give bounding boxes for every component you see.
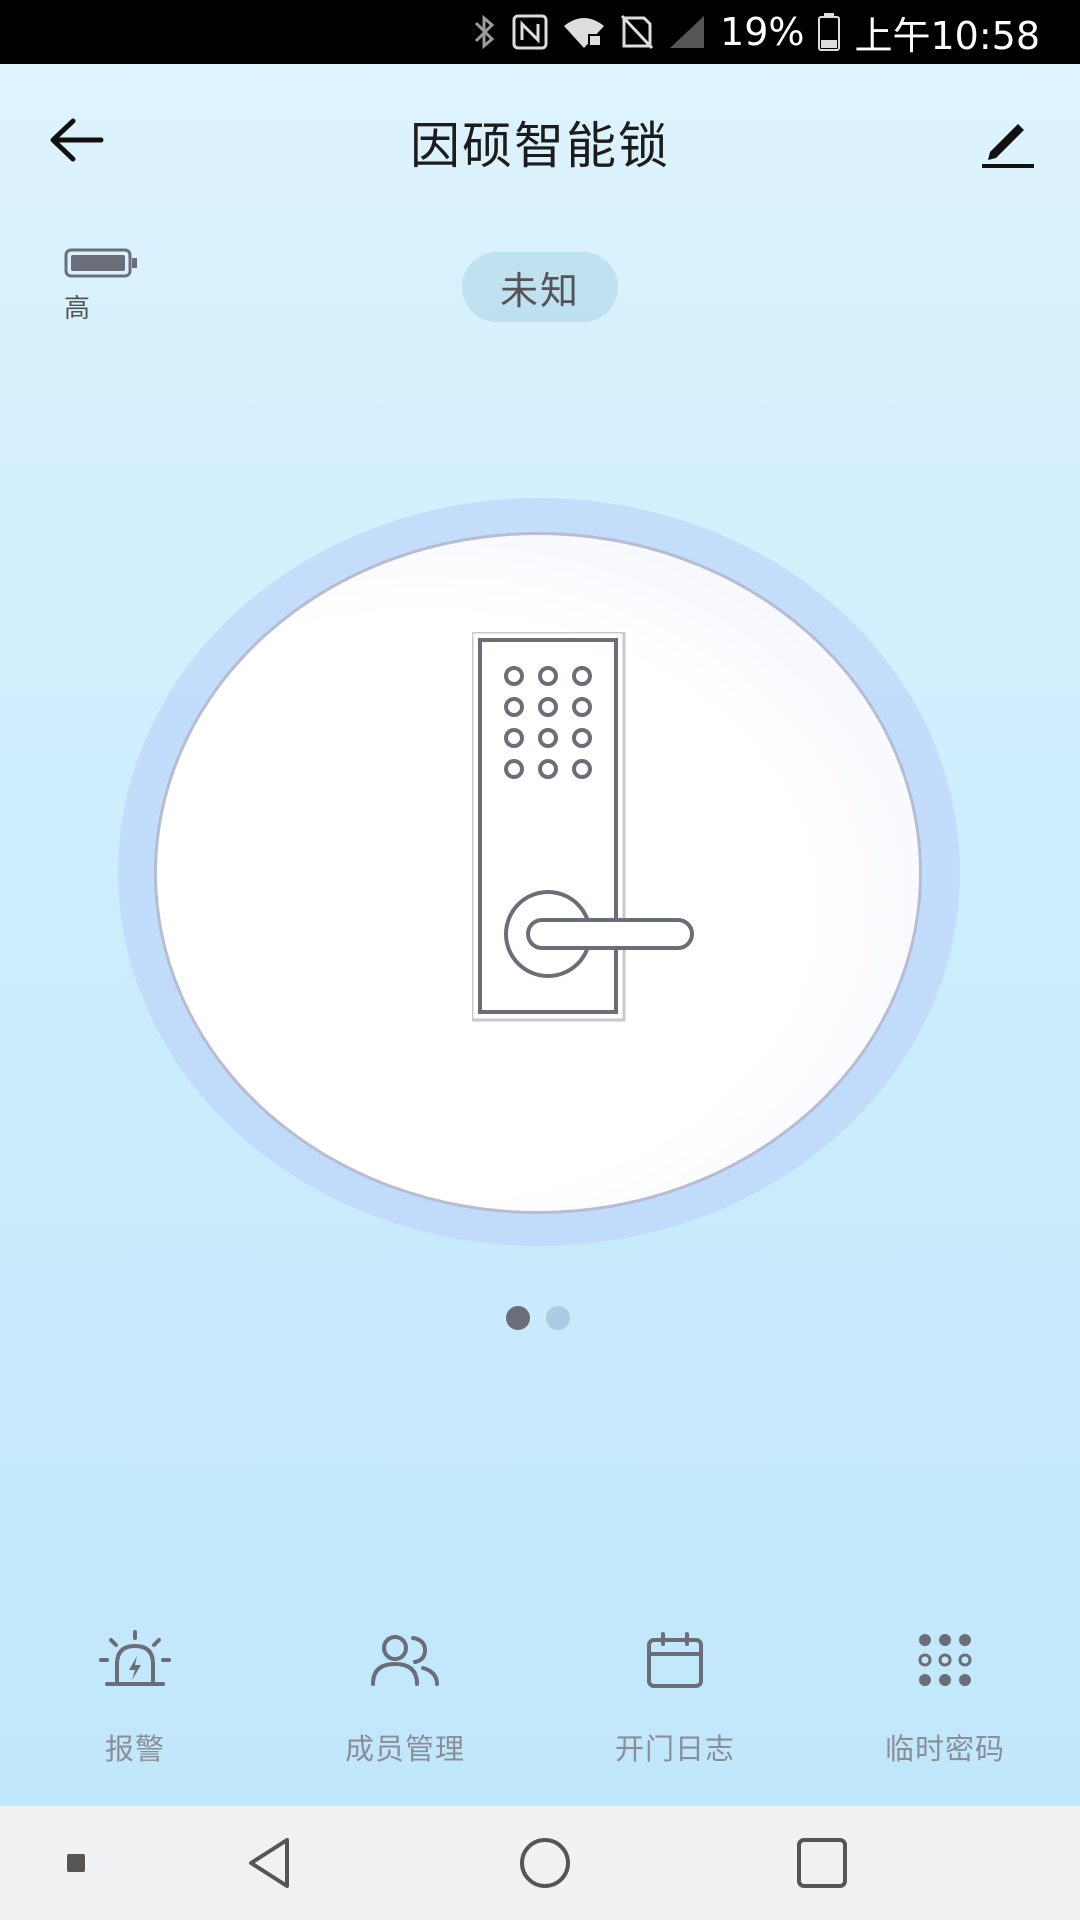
small-square-icon (67, 1854, 85, 1872)
pencil-icon (982, 124, 1034, 168)
members-label: 成员管理 (344, 1732, 465, 1766)
keypad-icon (918, 1634, 972, 1686)
temp-password-action[interactable]: 临时密码 (810, 1620, 1080, 1770)
unlock-log-label: 开门日志 (614, 1732, 735, 1766)
alarm-siren-icon (99, 1630, 171, 1686)
app-header: 因硕智能锁 (0, 64, 1080, 214)
system-nav-bar (0, 1806, 1080, 1920)
wifi-locked-icon (562, 14, 606, 50)
door-lock-icon (472, 632, 694, 1022)
nav-back-button[interactable] (230, 1806, 310, 1920)
alarm-label: 报警 (104, 1732, 165, 1766)
action-bar: 报警 成员管理 开门日志 临时密码 (0, 1620, 1080, 1770)
page-dot-active[interactable] (506, 1306, 530, 1330)
page-title: 因硕智能锁 (410, 117, 670, 175)
page-dot[interactable] (546, 1306, 570, 1330)
square-recents-icon (797, 1838, 847, 1888)
battery-full-icon (64, 248, 137, 278)
edit-button[interactable] (978, 112, 1038, 172)
no-sim-icon (620, 14, 654, 50)
lock-dial[interactable] (118, 498, 960, 1246)
nav-extra-button[interactable] (56, 1806, 96, 1920)
nav-home-button[interactable] (505, 1806, 585, 1920)
lock-detail-screen: 19% 上午10:58 因硕智能锁 高 未知 报警 成员管理 开门日志 临时密码 (0, 0, 1080, 1920)
battery-icon (818, 13, 841, 51)
lock-battery: 高 (64, 248, 144, 325)
unlock-log-action[interactable]: 开门日志 (540, 1620, 810, 1770)
circle-home-icon (520, 1838, 570, 1888)
temp-password-label: 临时密码 (884, 1732, 1005, 1766)
triangle-back-icon (249, 1838, 289, 1888)
bluetooth-icon (472, 13, 498, 51)
members-icon (371, 1635, 439, 1686)
clock: 上午10:58 (854, 13, 1040, 58)
signal-icon (668, 14, 706, 50)
battery-level-label: 高 (64, 294, 91, 324)
alarm-action[interactable]: 报警 (0, 1620, 270, 1770)
page-indicator (506, 1306, 570, 1330)
battery-percent: 19% (720, 10, 805, 54)
members-action[interactable]: 成员管理 (270, 1620, 540, 1770)
calendar-icon (647, 1632, 703, 1688)
status-bar: 19% 上午10:58 (0, 0, 1080, 64)
lock-status-badge: 未知 (462, 252, 618, 322)
nfc-icon (512, 14, 548, 50)
nav-recents-button[interactable] (782, 1806, 862, 1920)
